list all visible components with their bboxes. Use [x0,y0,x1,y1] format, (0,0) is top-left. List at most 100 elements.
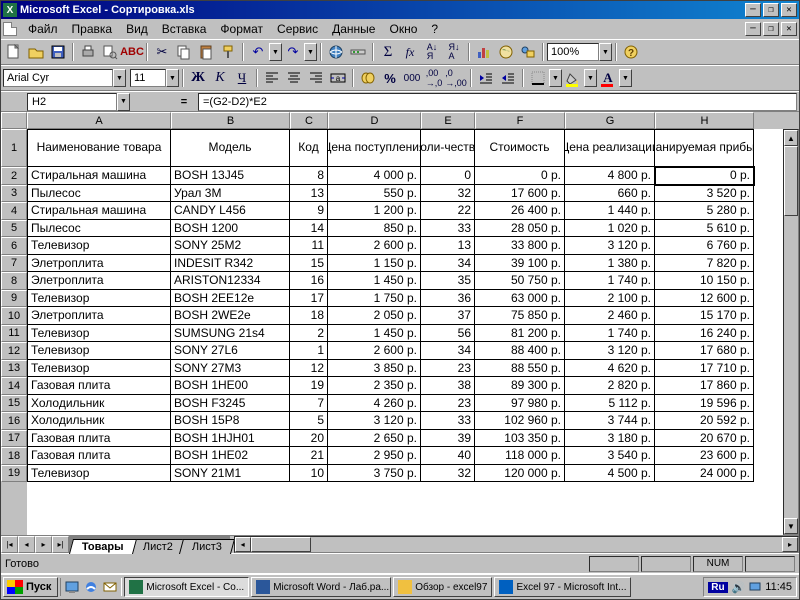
comma-button[interactable]: 000 [401,67,423,89]
row-header[interactable]: 3 [1,185,27,203]
data-cell[interactable]: Телевизор [27,325,171,343]
data-cell[interactable]: 3 120 р. [328,412,421,430]
data-cell[interactable]: 33 [421,412,475,430]
row-header[interactable]: 2 [1,167,27,185]
data-cell[interactable]: BOSH 1HE02 [171,447,290,465]
data-cell[interactable]: 3 540 р. [565,447,655,465]
row-header[interactable]: 11 [1,325,27,343]
menu-data[interactable]: Данные [325,20,382,38]
start-button[interactable]: Пуск [3,577,58,597]
data-cell[interactable]: 2 100 р. [565,290,655,308]
menu-window[interactable]: Окно [382,20,424,38]
close-button[interactable]: ✕ [781,3,797,17]
row-header[interactable]: 13 [1,360,27,378]
zoom-dropdown[interactable]: ▼ [599,43,612,61]
data-cell[interactable]: 23 [421,395,475,413]
data-cell[interactable]: 23 [421,360,475,378]
data-cell[interactable]: 660 р. [565,185,655,203]
data-cell[interactable]: 7 [290,395,328,413]
data-cell[interactable]: Элетроплита [27,255,171,273]
data-cell[interactable]: 17 [290,290,328,308]
open-button[interactable] [25,41,47,63]
data-cell[interactable]: CANDY L456 [171,202,290,220]
data-cell[interactable]: 550 р. [328,185,421,203]
sheet-tab-3[interactable]: Лист3 [179,539,235,554]
mdi-restore-button[interactable]: ❐ [763,22,779,36]
data-cell[interactable]: INDESIT R342 [171,255,290,273]
data-cell[interactable]: 17 710 р. [655,360,754,378]
data-cell[interactable]: 3 750 р. [328,465,421,483]
data-cell[interactable]: 1 740 р. [565,272,655,290]
data-cell[interactable]: 2 820 р. [565,377,655,395]
chart-wizard-button[interactable] [473,41,495,63]
tray-clock[interactable]: 11:45 [765,581,792,593]
data-cell[interactable]: 5 280 р. [655,202,754,220]
office-assistant-button[interactable]: ? [620,41,642,63]
row-header[interactable]: 14 [1,377,27,395]
merge-center-button[interactable]: a [327,67,349,89]
data-cell[interactable]: Элетроплита [27,307,171,325]
data-cell[interactable]: 34 [421,255,475,273]
data-cell[interactable]: Пылесос [27,220,171,238]
underline-button[interactable]: Ч [231,67,253,89]
data-cell[interactable]: BOSH 1200 [171,220,290,238]
font-color-button[interactable]: A [597,67,619,89]
data-cell[interactable]: 1 750 р. [328,290,421,308]
data-cell[interactable]: 89 300 р. [475,377,565,395]
data-cell[interactable]: BOSH F3245 [171,395,290,413]
data-cell[interactable]: 20 592 р. [655,412,754,430]
menu-file[interactable]: Файл [21,20,65,38]
row-header[interactable]: 18 [1,447,27,465]
cells-area[interactable]: Наименование товараМодельКодЦена поступл… [27,129,754,535]
data-cell[interactable]: SONY 21M1 [171,465,290,483]
hyperlink-button[interactable] [325,41,347,63]
data-cell[interactable]: Телевизор [27,465,171,483]
data-cell[interactable]: 10 150 р. [655,272,754,290]
taskbar-task-button[interactable]: Excel 97 - Microsoft Int... [494,577,631,597]
data-cell[interactable]: 28 050 р. [475,220,565,238]
data-cell[interactable]: 23 600 р. [655,447,754,465]
data-cell[interactable]: 1 200 р. [328,202,421,220]
data-cell[interactable]: 37 [421,307,475,325]
col-header-D[interactable]: D [328,112,421,129]
col-header-G[interactable]: G [565,112,655,129]
data-cell[interactable]: 2 050 р. [328,307,421,325]
web-toolbar-button[interactable] [347,41,369,63]
fill-color-button[interactable] [562,67,584,89]
data-cell[interactable]: 40 [421,447,475,465]
data-cell[interactable]: 39 [421,430,475,448]
data-cell[interactable]: 2 600 р. [328,342,421,360]
data-cell[interactable]: 4 620 р. [565,360,655,378]
align-center-button[interactable] [283,67,305,89]
row-header[interactable]: 15 [1,395,27,413]
autosum-button[interactable]: Σ [377,41,399,63]
redo-dropdown[interactable]: ▼ [304,43,317,61]
data-cell[interactable]: 19 596 р. [655,395,754,413]
bold-button[interactable]: Ж [187,67,209,89]
data-cell[interactable]: BOSH 1HJH01 [171,430,290,448]
scroll-left-button[interactable]: ◂ [235,537,251,552]
data-cell[interactable]: Газовая плита [27,430,171,448]
map-button[interactable] [495,41,517,63]
data-cell[interactable]: 19 [290,377,328,395]
data-cell[interactable]: 38 [421,377,475,395]
data-cell[interactable]: Телевизор [27,342,171,360]
data-cell[interactable]: SUMSUNG 21s4 [171,325,290,343]
data-cell[interactable]: 1 450 р. [328,325,421,343]
data-cell[interactable]: 56 [421,325,475,343]
data-cell[interactable]: BOSH 1HE00 [171,377,290,395]
data-cell[interactable]: 75 850 р. [475,307,565,325]
tab-nav-last[interactable]: ▸| [52,536,69,553]
col-header-C[interactable]: C [290,112,328,129]
data-cell[interactable]: 3 180 р. [565,430,655,448]
header-cell[interactable]: Цена реализации [565,129,655,167]
data-cell[interactable]: Телевизор [27,360,171,378]
sheet-tab-2[interactable]: Лист2 [130,539,186,554]
row-header[interactable]: 16 [1,412,27,430]
data-cell[interactable]: SONY 27M3 [171,360,290,378]
data-cell[interactable]: 17 860 р. [655,377,754,395]
data-cell[interactable]: 39 100 р. [475,255,565,273]
data-cell[interactable]: 1 740 р. [565,325,655,343]
data-cell[interactable]: 13 [421,237,475,255]
row-header[interactable]: 1 [1,129,27,167]
